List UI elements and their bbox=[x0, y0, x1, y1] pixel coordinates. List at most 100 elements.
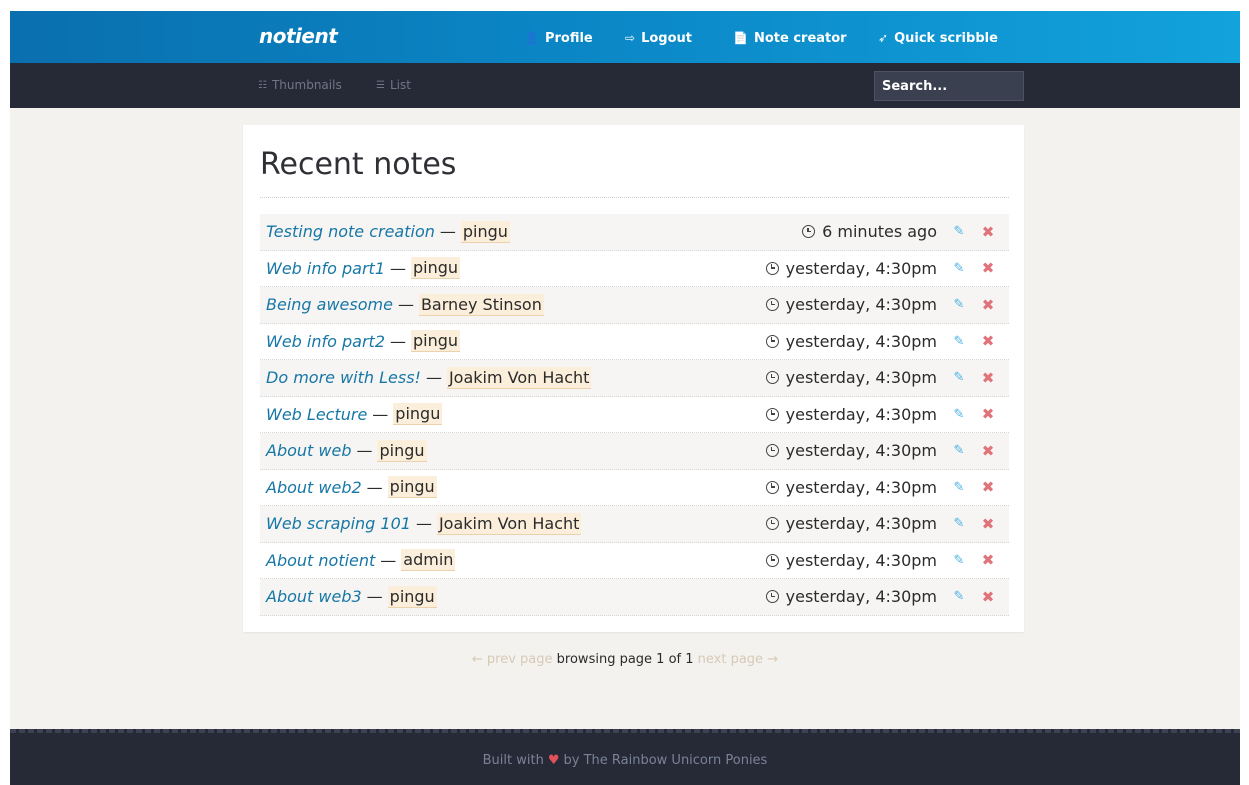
edit-icon[interactable]: ✎ bbox=[952, 407, 966, 422]
note-timestamp: yesterday, 4:30pm bbox=[765, 405, 937, 424]
view-toolbar: ☷ Thumbnails ☰ List bbox=[10, 63, 1240, 108]
notes-list: Testing note creation — pingu 6 minutes ag… bbox=[260, 214, 1009, 616]
separator: — bbox=[425, 368, 442, 388]
separator: — bbox=[390, 331, 406, 351]
edit-icon[interactable]: ✎ bbox=[952, 297, 966, 312]
edit-icon[interactable]: ✎ bbox=[952, 261, 966, 276]
note-title-link[interactable]: About web2 bbox=[266, 478, 362, 497]
note-title-link[interactable]: Being awesome bbox=[266, 295, 393, 314]
separator: — bbox=[380, 550, 397, 570]
view-thumbnails[interactable]: ☷ Thumbnails bbox=[258, 78, 342, 92]
note-title-link[interactable]: Testing note creation bbox=[266, 222, 435, 241]
note-title-link[interactable]: About notient bbox=[266, 551, 375, 570]
note-title-link[interactable]: Do more with Less! bbox=[266, 368, 421, 387]
delete-icon[interactable]: ✖ bbox=[981, 259, 995, 277]
timestamp-text: yesterday, 4:30pm bbox=[785, 477, 937, 497]
edit-icon[interactable]: ✎ bbox=[952, 334, 966, 349]
note-timestamp: 6 minutes ago bbox=[802, 222, 937, 241]
footer-suffix: by The Rainbow Unicorn Ponies bbox=[563, 753, 768, 768]
footer-prefix: Built with bbox=[482, 753, 544, 768]
file-icon: 📄 bbox=[733, 31, 748, 45]
brand-logo[interactable]: notient bbox=[259, 24, 338, 48]
author-link[interactable]: pingu bbox=[387, 585, 437, 608]
separator: — bbox=[397, 295, 414, 315]
timestamp-text: yesterday, 4:30pm bbox=[785, 514, 937, 534]
nav-quick-scribble[interactable]: ➶ Quick scribble bbox=[878, 28, 998, 48]
timestamp-text: yesterday, 4:30pm bbox=[785, 258, 937, 278]
author-link[interactable]: Joakim Von Hacht bbox=[436, 512, 582, 535]
note-title-link[interactable]: Web Lecture bbox=[266, 405, 367, 424]
edit-icon[interactable]: ✎ bbox=[952, 370, 966, 385]
footer-credit: Built with ♥ by The Rainbow Unicorn Ponies bbox=[10, 753, 1240, 768]
search-input[interactable] bbox=[874, 71, 1024, 101]
separator: — bbox=[356, 441, 373, 461]
author-link[interactable]: pingu bbox=[411, 257, 461, 280]
title-divider bbox=[260, 197, 1009, 198]
author-link[interactable]: pingu bbox=[377, 439, 427, 462]
author-link[interactable]: pingu bbox=[411, 330, 461, 353]
delete-icon[interactable]: ✖ bbox=[981, 332, 995, 350]
delete-icon[interactable]: ✖ bbox=[981, 442, 995, 460]
view-list[interactable]: ☰ List bbox=[376, 78, 411, 92]
clock-icon bbox=[765, 334, 779, 348]
note-timestamp: yesterday, 4:30pm bbox=[765, 550, 937, 570]
separator: — bbox=[439, 222, 456, 242]
edit-icon[interactable]: ✎ bbox=[952, 443, 966, 458]
note-title-link[interactable]: About web3 bbox=[266, 587, 362, 606]
footer-border bbox=[10, 729, 1240, 733]
note-timestamp: yesterday, 4:30pm bbox=[765, 587, 937, 606]
note-title-link[interactable]: Web info part2 bbox=[266, 332, 385, 351]
delete-icon[interactable]: ✖ bbox=[981, 296, 995, 314]
recent-notes-panel: Recent notes Testing note creation — pingu… bbox=[243, 125, 1024, 632]
nav-profile[interactable]: 👤 Profile bbox=[524, 28, 593, 48]
clock-icon bbox=[765, 517, 779, 531]
clock-icon bbox=[765, 590, 779, 604]
prev-page-link[interactable]: ← prev page bbox=[472, 652, 553, 667]
delete-icon[interactable]: ✖ bbox=[981, 588, 995, 606]
edit-icon[interactable]: ✎ bbox=[952, 480, 966, 495]
author-link[interactable]: Joakim Von Hacht bbox=[446, 366, 592, 389]
next-page-link[interactable]: next page → bbox=[698, 652, 778, 667]
clock-icon bbox=[765, 261, 779, 275]
list-item: About web — pingu yesterday, 4:30pm ✎ ✖ bbox=[260, 433, 1009, 470]
delete-icon[interactable]: ✖ bbox=[981, 405, 995, 423]
delete-icon[interactable]: ✖ bbox=[981, 223, 995, 241]
delete-icon[interactable]: ✖ bbox=[981, 515, 995, 533]
note-timestamp: yesterday, 4:30pm bbox=[765, 477, 937, 497]
list-item: Web scraping 101— Joakim Von Hacht yester… bbox=[260, 506, 1009, 543]
clock-icon bbox=[765, 371, 779, 385]
pagination: ← prev page browsing page 1 of 1 next pa… bbox=[10, 652, 1240, 667]
author-link[interactable]: pingu bbox=[460, 220, 510, 243]
note-timestamp: yesterday, 4:30pm bbox=[765, 514, 937, 534]
note-timestamp: yesterday, 4:30pm bbox=[765, 441, 937, 460]
list-item: Testing note creation — pingu 6 minutes ag… bbox=[260, 214, 1009, 251]
nav-logout[interactable]: ⇨ Logout bbox=[625, 28, 692, 48]
timestamp-text: yesterday, 4:30pm bbox=[785, 550, 937, 570]
delete-icon[interactable]: ✖ bbox=[981, 478, 995, 496]
note-title-link[interactable]: Web scraping 101 bbox=[266, 514, 411, 533]
timestamp-text: 6 minutes ago bbox=[822, 222, 937, 242]
author-link[interactable]: pingu bbox=[387, 476, 437, 499]
edit-icon[interactable]: ✎ bbox=[952, 516, 966, 531]
delete-icon[interactable]: ✖ bbox=[981, 369, 995, 387]
edit-icon[interactable]: ✎ bbox=[952, 589, 966, 604]
rocket-icon: ➶ bbox=[878, 31, 889, 45]
note-timestamp: yesterday, 4:30pm bbox=[765, 332, 937, 351]
author-link[interactable]: admin bbox=[401, 549, 456, 572]
note-title-link[interactable]: Web info part1 bbox=[266, 259, 385, 278]
delete-icon[interactable]: ✖ bbox=[981, 551, 995, 569]
edit-icon[interactable]: ✎ bbox=[952, 553, 966, 568]
nav-note-creator-label: Note creator bbox=[753, 30, 847, 46]
nav-profile-label: Profile bbox=[544, 30, 593, 46]
clock-icon bbox=[765, 298, 779, 312]
author-link[interactable]: pingu bbox=[393, 403, 443, 426]
note-title-link[interactable]: About web bbox=[266, 441, 351, 460]
list-item: About web2— pingu yesterday, 4:30pm ✎ ✖ bbox=[260, 470, 1009, 506]
author-link[interactable]: Barney Stinson bbox=[418, 293, 544, 316]
clock-icon bbox=[802, 225, 816, 239]
nav-note-creator[interactable]: 📄 Note creator bbox=[733, 28, 847, 48]
note-timestamp: yesterday, 4:30pm bbox=[765, 258, 937, 278]
edit-icon[interactable]: ✎ bbox=[952, 224, 966, 239]
user-icon: 👤 bbox=[524, 31, 539, 45]
separator: — bbox=[372, 404, 389, 424]
